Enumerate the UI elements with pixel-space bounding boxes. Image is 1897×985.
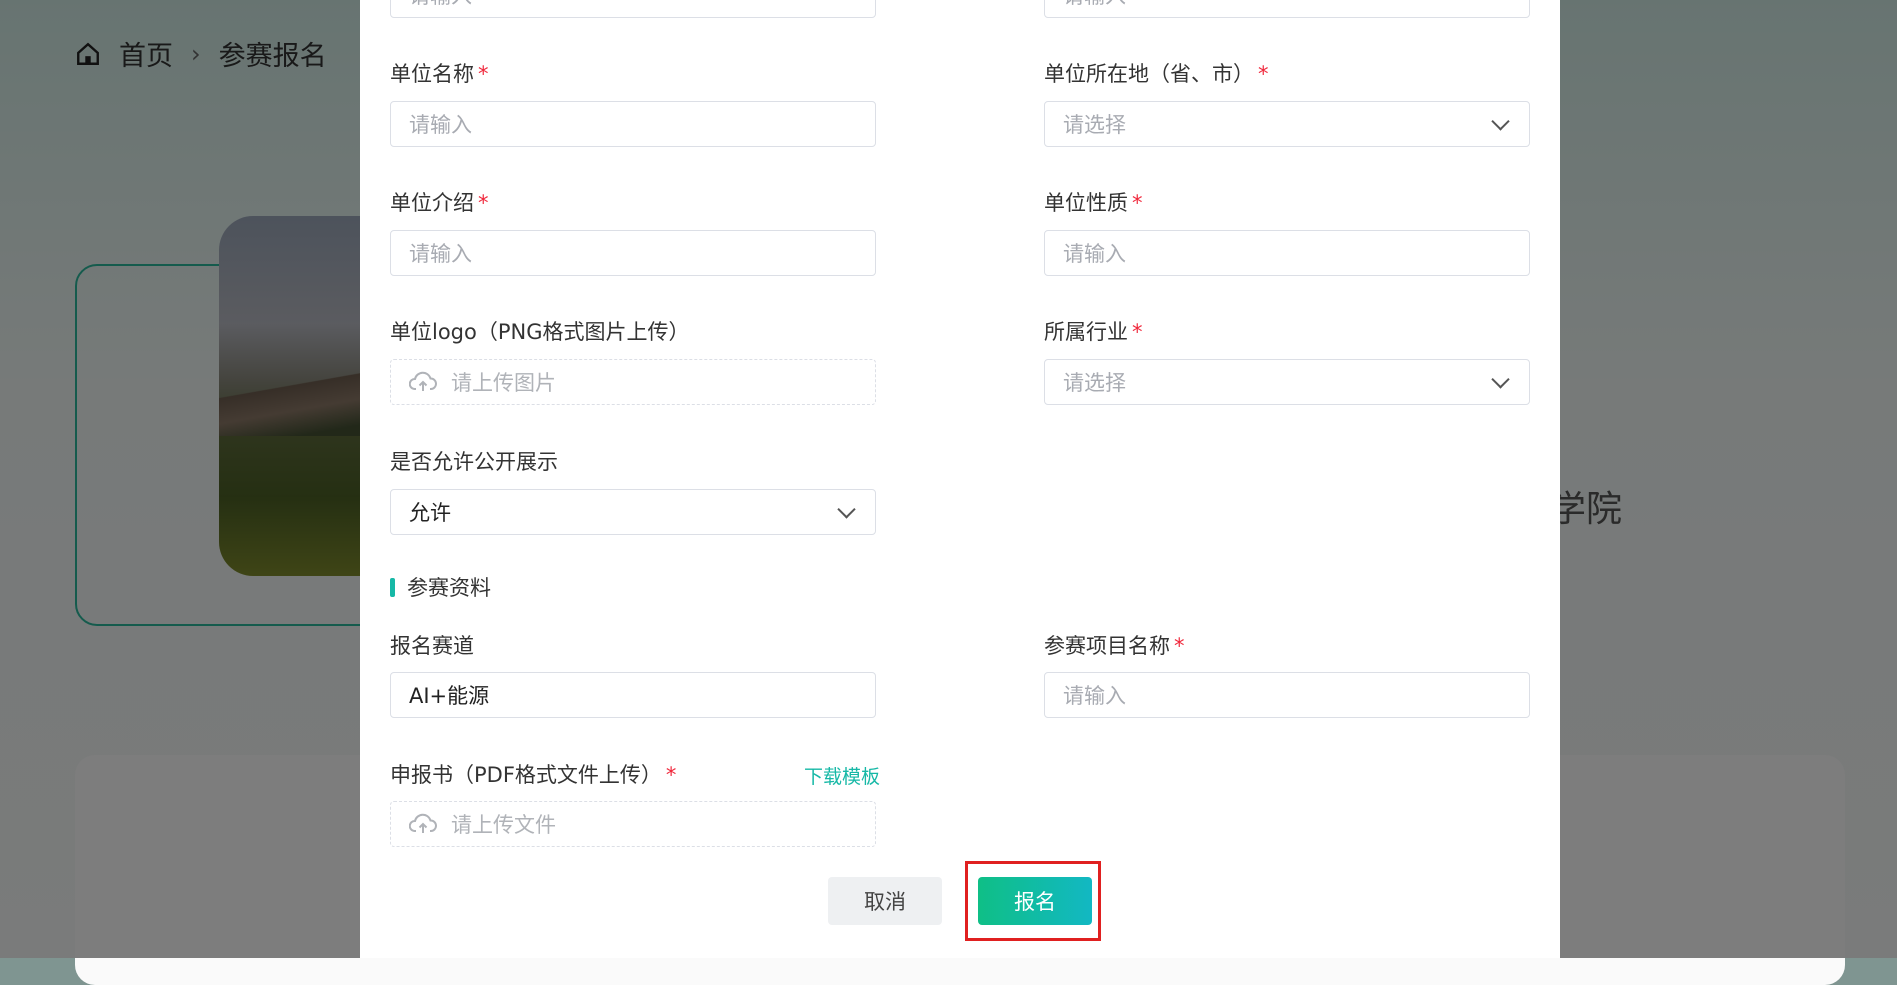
cloud-upload-icon [409, 813, 437, 835]
unit-intro-input[interactable]: 请输入 [390, 230, 876, 276]
unit-name-label: 单位名称 * [390, 62, 489, 86]
section-title: 参赛资料 [390, 572, 491, 602]
unit-nature-label: 单位性质 * [1044, 191, 1143, 215]
industry-select[interactable]: 请选择 [1044, 359, 1530, 405]
application-label: 申报书（PDF格式文件上传） * [390, 763, 677, 787]
industry-label: 所属行业 * [1044, 320, 1143, 344]
top-left-input[interactable]: 请输入 [390, 0, 876, 18]
top-right-input[interactable]: 请输入 [1044, 0, 1530, 18]
unit-logo-upload[interactable]: 请上传图片 [390, 359, 876, 405]
unit-location-label: 单位所在地（省、市） * [1044, 62, 1269, 86]
chevron-down-icon [1491, 112, 1510, 131]
chevron-down-icon [1491, 370, 1510, 389]
public-display-label: 是否允许公开展示 [390, 450, 558, 474]
track-input[interactable]: AI+能源 [390, 672, 876, 718]
cancel-button[interactable]: 取消 [828, 877, 942, 925]
unit-location-select[interactable]: 请选择 [1044, 101, 1530, 147]
project-name-label: 参赛项目名称 * [1044, 634, 1185, 658]
download-template-link[interactable]: 下载模板 [804, 762, 880, 789]
unit-name-input[interactable]: 请输入 [390, 101, 876, 147]
application-upload[interactable]: 请上传文件 [390, 801, 876, 847]
registration-modal: 请输入 请输入 单位名称* 请输入 单位所在地（省、市）* 请选择 单位介绍* … [360, 0, 1560, 958]
track-label: 报名赛道 [390, 634, 474, 658]
project-name-input[interactable]: 请输入 [1044, 672, 1530, 718]
unit-logo-label: 单位logo（PNG格式图片上传） [390, 320, 690, 344]
chevron-down-icon [837, 500, 856, 519]
submit-button[interactable]: 报名 [978, 877, 1092, 925]
public-display-select[interactable]: 允许 [390, 489, 876, 535]
cloud-upload-icon [409, 371, 437, 393]
unit-nature-input[interactable]: 请输入 [1044, 230, 1530, 276]
section-marker [390, 577, 395, 597]
unit-intro-label: 单位介绍 * [390, 191, 489, 215]
